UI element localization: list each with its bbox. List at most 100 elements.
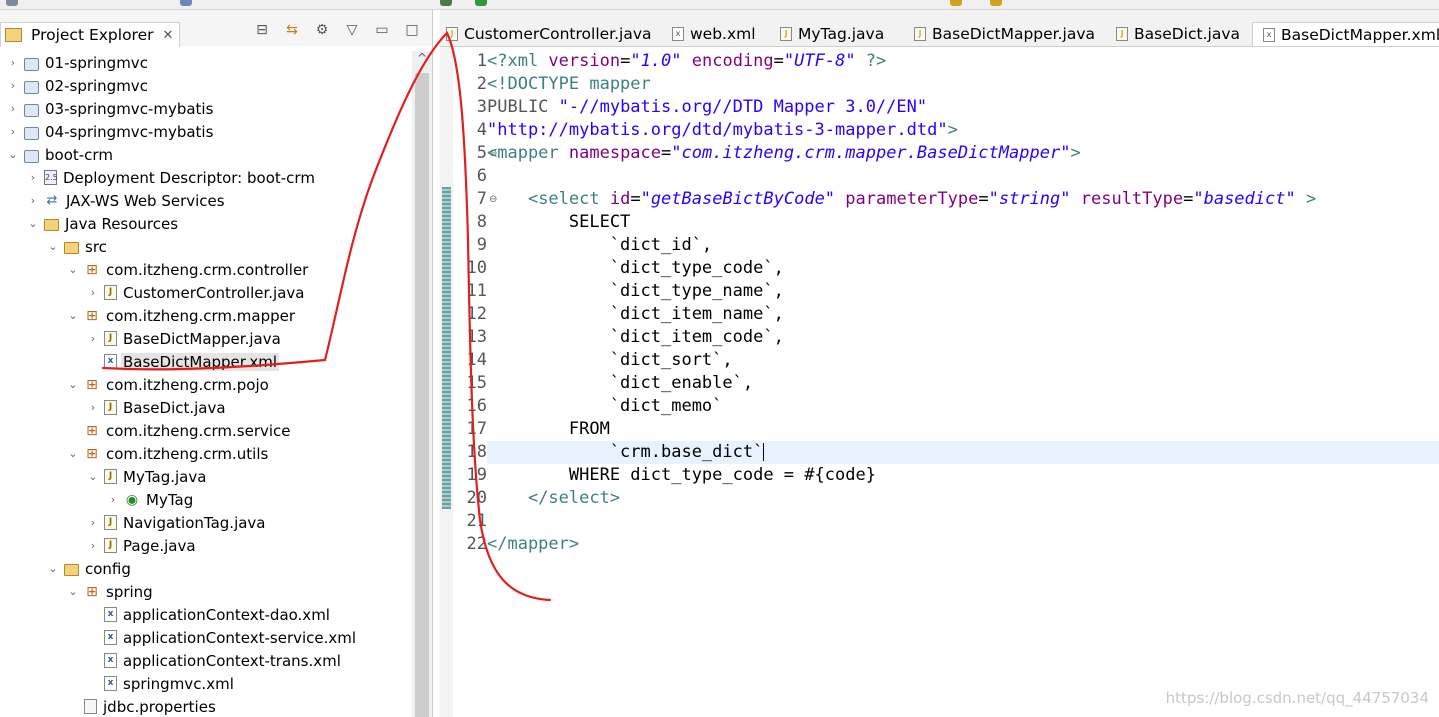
code-line[interactable]: `dict_memo` [487, 395, 1439, 418]
tree-item[interactable]: ⌄ ⊞ spring [66, 580, 155, 603]
tree-item[interactable]: ⌄ J MyTag.java [86, 465, 208, 488]
editor-tab[interactable]: J BaseDictMapper.java [914, 22, 1095, 46]
toolbar-new-icon[interactable] [6, 0, 18, 6]
tree-item[interactable]: › 01-springmvc [6, 51, 150, 74]
expand-arrow-icon[interactable]: › [6, 79, 20, 92]
toolbar-debug-icon[interactable] [440, 0, 452, 6]
tree-item[interactable]: › 03-springmvc-mybatis [6, 97, 215, 120]
editor-tab-label: MyTag.java [798, 25, 885, 43]
code-line[interactable]: WHERE dict_type_code = #{code} [487, 464, 1439, 487]
close-icon[interactable]: ✕ [163, 28, 174, 43]
java-file-icon: J [1116, 27, 1128, 41]
tree-item[interactable]: ⌄ src [46, 235, 109, 258]
xml-editor[interactable]: 1 2 3 4 5 ⊖ 6 7 ⊖ 8 9 10 11 12 13 14 15 16 17 18 19 20 21 22 <?… [440, 47, 1439, 717]
tree-item[interactable]: x applicationContext-dao.xml [86, 603, 332, 626]
maximize-icon[interactable]: □ [404, 22, 420, 38]
collapse-arrow-icon[interactable]: ⌄ [86, 470, 100, 483]
expand-arrow-icon[interactable]: › [26, 194, 40, 207]
tree-item[interactable]: x applicationContext-trans.xml [86, 649, 343, 672]
tree-item[interactable]: ⌄ ⊞ com.itzheng.crm.utils [66, 442, 270, 465]
code-line[interactable]: `dict_item_name`, [487, 303, 1439, 326]
expand-arrow-icon[interactable]: › [6, 56, 20, 69]
code-line[interactable]: <!DOCTYPE mapper [487, 73, 1439, 96]
toolbar-forward-icon[interactable] [990, 0, 1002, 6]
tree-item[interactable]: x applicationContext-service.xml [86, 626, 358, 649]
editor-tab[interactable]: x web.xml [672, 22, 756, 46]
tree-item[interactable]: ⌄ config [46, 557, 133, 580]
code-line[interactable]: `dict_enable`, [487, 372, 1439, 395]
tree-item[interactable]: › J NavigationTag.java [86, 511, 268, 534]
tree-item[interactable]: x springmvc.xml [86, 672, 236, 695]
code-line[interactable]: PUBLIC "-//mybatis.org//DTD Mapper 3.0//… [487, 96, 1439, 119]
collapse-arrow-icon[interactable]: ⌄ [66, 585, 80, 598]
expand-arrow-icon[interactable]: › [26, 171, 40, 184]
view-menu-icon[interactable]: ▽ [344, 22, 360, 38]
tree-item[interactable]: ⊞ com.itzheng.crm.service [66, 419, 293, 442]
filter-icon[interactable]: ⚙ [314, 22, 330, 38]
project-icon [24, 126, 39, 140]
tree-item[interactable]: ⌄ ⊞ com.itzheng.crm.mapper [66, 304, 297, 327]
toolbar-search-icon[interactable] [180, 0, 192, 6]
code-line[interactable]: <?xml version="1.0" encoding="UTF-8" ?> [487, 50, 1439, 73]
code-line[interactable]: `dict_sort`, [487, 349, 1439, 372]
link-with-editor-icon[interactable]: ⇆ [284, 22, 300, 38]
editor-tab[interactable]: J BaseDict.java [1116, 22, 1240, 46]
toolbar-back-icon[interactable] [950, 0, 962, 6]
tree-item[interactable]: › 02-springmvc [6, 74, 150, 97]
code-line[interactable]: <select id="getBaseBictByCode" parameter… [487, 188, 1439, 211]
editor-tab[interactable]: J CustomerController.java [446, 22, 652, 46]
expand-arrow-icon[interactable]: › [6, 125, 20, 138]
collapse-arrow-icon[interactable]: ⌄ [66, 263, 80, 276]
code-line[interactable] [487, 165, 1439, 188]
tree-item[interactable]: ⌄ boot-crm [6, 143, 115, 166]
code-line[interactable]: `dict_id`, [487, 234, 1439, 257]
code-line[interactable]: FROM [487, 418, 1439, 441]
code-line[interactable]: </mapper> [487, 533, 1439, 556]
code-line[interactable]: SELECT [487, 211, 1439, 234]
tree-item[interactable]: jdbc.properties [66, 695, 218, 717]
editor-tab[interactable]: J MyTag.java [780, 22, 884, 46]
tree-item[interactable]: › J BaseDictMapper.java [86, 327, 283, 350]
collapse-arrow-icon[interactable]: ⌄ [66, 378, 80, 391]
expand-arrow-icon[interactable]: › [86, 401, 100, 414]
tree-item[interactable]: › ◉ MyTag [106, 488, 195, 511]
tree-item[interactable]: › 2.5 Deployment Descriptor: boot-crm [26, 166, 317, 189]
collapse-arrow-icon[interactable]: ⌄ [26, 217, 40, 230]
code-line[interactable] [487, 510, 1439, 533]
collapse-all-icon[interactable]: ⊟ [254, 22, 270, 38]
expand-arrow-icon[interactable]: › [86, 516, 100, 529]
collapse-arrow-icon[interactable]: ⌄ [6, 148, 20, 161]
expand-arrow-icon[interactable]: › [86, 332, 100, 345]
code-line[interactable]: `dict_type_code`, [487, 257, 1439, 280]
tree-item[interactable]: › J BaseDict.java [86, 396, 228, 419]
tree-item[interactable]: › 04-springmvc-mybatis [6, 120, 215, 143]
code-line[interactable]: <mapper namespace="com.itzheng.crm.mappe… [487, 142, 1439, 165]
code-line[interactable]: `crm.base_dict` [487, 441, 1439, 464]
scrollbar-thumb[interactable] [415, 73, 429, 717]
editor-tab[interactable]: x BaseDictMapper.xml [1252, 22, 1439, 46]
project-explorer-tab[interactable]: Project Explorer ✕ [0, 22, 181, 47]
collapse-arrow-icon[interactable]: ⌄ [46, 240, 60, 253]
tree-item[interactable]: ⌄ ⊞ com.itzheng.crm.pojo [66, 373, 271, 396]
collapse-arrow-icon[interactable]: ⌄ [46, 562, 60, 575]
tree-item[interactable]: › J Page.java [86, 534, 198, 557]
tree-item[interactable]: › J CustomerController.java [86, 281, 306, 304]
tree-item[interactable]: x BaseDictMapper.xml [86, 350, 279, 373]
collapse-arrow-icon[interactable]: ⌄ [66, 309, 80, 322]
explorer-scrollbar[interactable]: ^ [412, 51, 432, 717]
collapse-arrow-icon[interactable]: ⌄ [66, 447, 80, 460]
expand-arrow-icon[interactable]: › [86, 539, 100, 552]
code-line[interactable]: </select> [487, 487, 1439, 510]
minimize-icon[interactable]: ▭ [374, 22, 390, 38]
expand-arrow-icon[interactable]: › [6, 102, 20, 115]
expand-arrow-icon[interactable]: › [106, 493, 120, 506]
code-line[interactable]: `dict_type_name`, [487, 280, 1439, 303]
toolbar-run-icon[interactable] [475, 0, 487, 6]
code-line[interactable]: `dict_item_code`, [487, 326, 1439, 349]
expand-arrow-icon[interactable]: › [86, 286, 100, 299]
tree-item[interactable]: › ⇄ JAX-WS Web Services [26, 189, 227, 212]
scroll-up-icon[interactable]: ^ [412, 51, 432, 69]
tree-item[interactable]: ⌄ Java Resources [26, 212, 180, 235]
code-line[interactable]: "http://mybatis.org/dtd/mybatis-3-mapper… [487, 119, 1439, 142]
tree-item[interactable]: ⌄ ⊞ com.itzheng.crm.controller [66, 258, 310, 281]
